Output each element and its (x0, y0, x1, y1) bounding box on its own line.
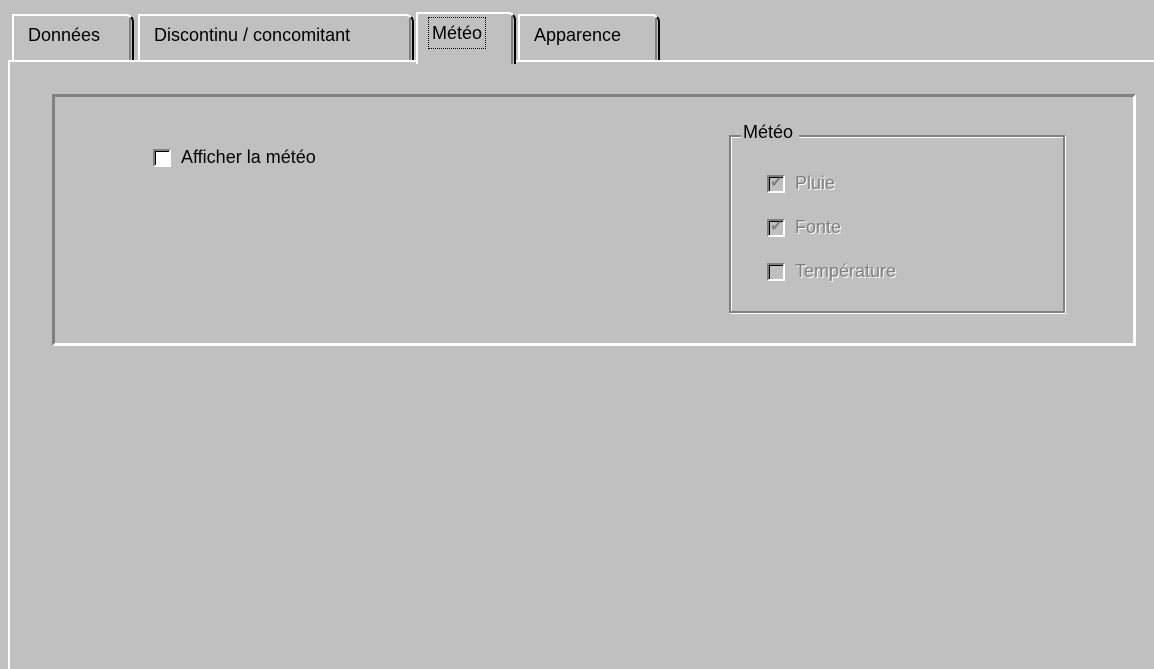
show-weather-label: Afficher la météo (181, 147, 316, 167)
melt-checkbox[interactable]: ✔ Fonte (767, 217, 841, 238)
tab-strip: Données Discontinu / concomitant Météo A… (0, 0, 1154, 64)
rain-checkbox[interactable]: ✔ Pluie (767, 173, 835, 194)
show-weather-box[interactable] (153, 148, 171, 167)
temperature-box[interactable] (767, 262, 785, 281)
temperature-checkbox[interactable]: Température (767, 261, 896, 282)
melt-label: Fonte (795, 217, 842, 237)
tab-donnees[interactable]: Données (12, 14, 134, 60)
rain-label: Pluie (795, 173, 836, 193)
temperature-label: Température (795, 261, 897, 281)
settings-frame: Afficher la météo Météo ✔ Pluie ✔ Fonte … (52, 94, 1136, 346)
dialog-window: Données Discontinu / concomitant Météo A… (0, 0, 1154, 669)
check-mark-icon: ✔ (770, 217, 783, 235)
tab-discontinu-label: Discontinu / concomitant (154, 25, 351, 45)
rain-box[interactable]: ✔ (767, 173, 785, 193)
show-weather-checkbox[interactable]: Afficher la météo (153, 147, 316, 168)
tab-page-meteo: Afficher la météo Météo ✔ Pluie ✔ Fonte … (8, 60, 1154, 669)
tab-meteo-label: Météo (428, 17, 487, 49)
tab-apparence-label: Apparence (534, 25, 622, 45)
tab-apparence[interactable]: Apparence (518, 14, 660, 60)
tab-donnees-label: Données (28, 25, 101, 45)
weather-groupbox: Météo ✔ Pluie ✔ Fonte Température (729, 121, 1065, 313)
weather-groupbox-title: Météo (741, 121, 800, 143)
tab-discontinu-concomitant[interactable]: Discontinu / concomitant (138, 14, 414, 60)
melt-box[interactable]: ✔ (767, 217, 785, 237)
check-mark-icon: ✔ (770, 173, 783, 191)
tab-meteo[interactable]: Météo (416, 12, 516, 64)
